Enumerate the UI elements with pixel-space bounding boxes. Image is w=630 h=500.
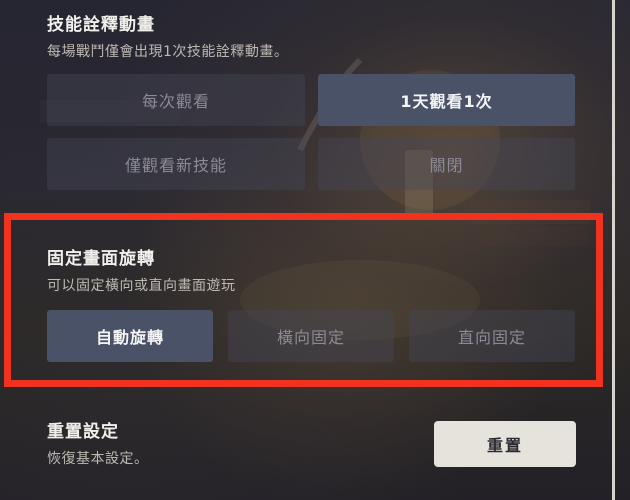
reset-title: 重置設定	[47, 422, 119, 442]
option-landscape-lock[interactable]: 橫向固定	[228, 310, 394, 362]
reset-description: 恢復基本設定。	[47, 451, 149, 467]
option-off[interactable]: 關閉	[318, 138, 575, 190]
option-watch-every-time[interactable]: 每次觀看	[47, 74, 305, 126]
option-watch-new-skills-only[interactable]: 僅觀看新技能	[47, 138, 305, 190]
option-watch-once-per-day[interactable]: 1天觀看1次	[318, 74, 575, 126]
screen-rotation-description: 可以固定橫向或直向畫面遊玩	[47, 278, 236, 294]
option-portrait-lock[interactable]: 直向固定	[409, 310, 575, 362]
screen-rotation-title: 固定畫面旋轉	[47, 249, 155, 269]
scrollbar-divider	[612, 0, 615, 500]
option-auto-rotate[interactable]: 自動旋轉	[47, 310, 213, 362]
reset-button[interactable]: 重置	[434, 421, 576, 467]
skill-animation-description: 每場戰鬥僅會出現1次技能詮釋動畫。	[47, 44, 289, 60]
skill-animation-title: 技能詮釋動畫	[47, 15, 155, 35]
settings-panel: 技能詮釋動畫 每場戰鬥僅會出現1次技能詮釋動畫。 每次觀看 1天觀看1次 僅觀看…	[0, 0, 610, 500]
